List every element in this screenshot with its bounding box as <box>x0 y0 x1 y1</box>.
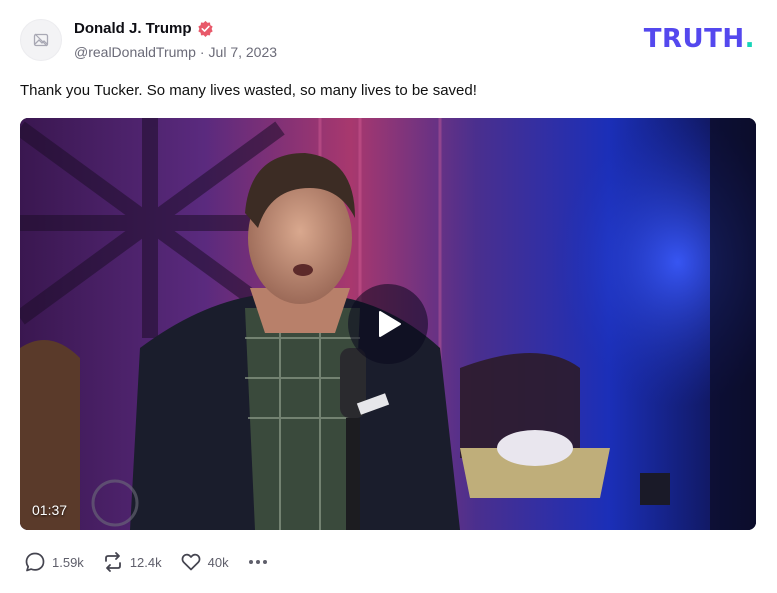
like-count: 40k <box>207 554 229 570</box>
more-icon-dot <box>255 560 260 564</box>
author-name[interactable]: Donald J. Trump <box>74 20 192 37</box>
truth-logo[interactable]: TRUTH. <box>644 26 755 52</box>
logo-dot: . <box>744 24 755 54</box>
author-row: Donald J. Trump <box>74 20 214 37</box>
verified-badge-icon <box>197 20 213 37</box>
reply-button[interactable]: 1.59k <box>24 551 84 573</box>
like-button[interactable]: 40k <box>180 551 229 573</box>
video-duration: 01:37 <box>32 502 68 518</box>
reply-icon <box>25 552 45 572</box>
avatar[interactable] <box>20 19 62 61</box>
author-handle[interactable]: @realDonaldTrump <box>74 44 196 60</box>
meta-row: @realDonaldTrump · Jul 7, 2023 <box>74 44 277 60</box>
play-icon <box>379 311 401 337</box>
more-icon-dot <box>262 560 267 564</box>
action-bar: 1.59k 12.4k 40k <box>24 551 269 573</box>
more-options-button[interactable] <box>247 556 269 568</box>
post-date[interactable]: Jul 7, 2023 <box>209 44 278 60</box>
reply-count: 1.59k <box>52 554 84 570</box>
image-placeholder-icon <box>33 33 49 47</box>
retruth-button[interactable]: 12.4k <box>102 551 162 573</box>
meta-separator: · <box>199 44 205 60</box>
logo-text: TRUTH <box>643 24 745 54</box>
post-text: Thank you Tucker. So many lives wasted, … <box>20 82 477 99</box>
play-button[interactable] <box>348 284 428 364</box>
more-icon <box>248 560 253 564</box>
retruth-icon <box>104 552 121 572</box>
retruth-count: 12.4k <box>129 554 162 570</box>
like-icon <box>181 553 201 571</box>
video-player[interactable]: 01:37 <box>20 118 756 530</box>
